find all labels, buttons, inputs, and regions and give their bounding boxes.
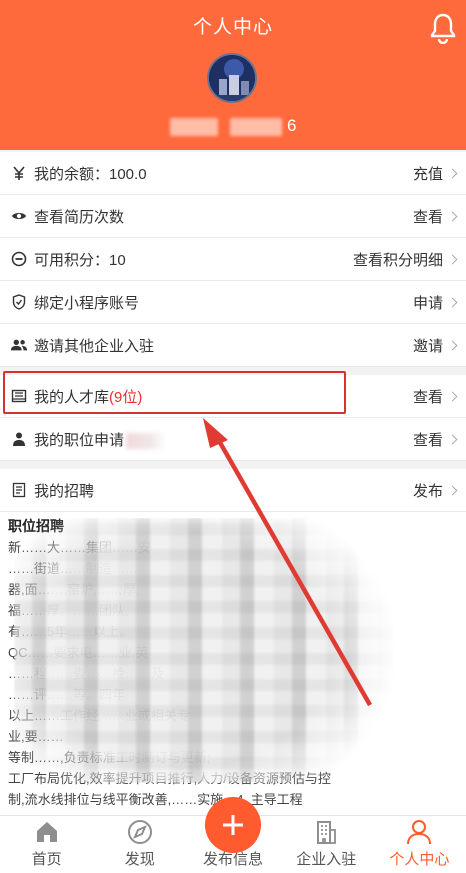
desc-line: 福……厚。……团队, xyxy=(8,603,129,618)
eye-icon xyxy=(10,207,28,225)
recharge-link[interactable]: 充值 xyxy=(413,163,443,184)
chevron-right-icon xyxy=(447,391,458,401)
page-title: 个人中心 xyxy=(192,17,273,38)
desc-line: QC……要求电……业,英 xyxy=(8,645,149,660)
chevron-right-icon xyxy=(447,168,458,178)
tab-enterprise[interactable]: 企业入驻 xyxy=(280,816,373,873)
shield-check-icon xyxy=(10,293,28,311)
redacted-count xyxy=(126,432,167,449)
home-icon xyxy=(36,822,57,842)
view-link[interactable]: 查看 xyxy=(413,386,443,407)
account-menu: 我的余额：100.0 充值 查看简历次数 查看 可用积分：10 查看积分明细 绑… xyxy=(0,152,466,512)
invite-link[interactable]: 邀请 xyxy=(413,335,443,356)
users-icon xyxy=(10,336,28,354)
menu-item-label: 可用积分：10 xyxy=(34,251,126,269)
points-detail-link[interactable]: 查看积分明细 xyxy=(353,249,443,270)
section-divider xyxy=(0,461,466,469)
avatar[interactable] xyxy=(207,53,257,103)
job-title: 职位招聘 xyxy=(8,518,64,534)
desc-line: ……程……查……检……及 xyxy=(8,666,165,681)
tab-profile[interactable]: 个人中心 xyxy=(373,816,466,873)
menu-item-talent-pool[interactable]: 我的人才库(9位) 查看 xyxy=(0,375,466,418)
document-icon xyxy=(10,481,28,499)
building-icon xyxy=(317,821,337,844)
desc-line: 新……大……集团……安 xyxy=(8,540,152,555)
view-link[interactable]: 查看 xyxy=(413,206,443,227)
apply-link[interactable]: 申请 xyxy=(413,292,443,313)
menu-item-bind-miniprogram[interactable]: 绑定小程序账号 申请 xyxy=(0,281,466,324)
menu-item-resume-views[interactable]: 查看简历次数 查看 xyxy=(0,195,466,238)
desc-line: ……评……等。四年 xyxy=(8,687,126,702)
chevron-right-icon xyxy=(447,485,458,495)
minus-circle-icon xyxy=(10,250,28,268)
desc-line: 工厂布局优化,效率提升项目推行,人力/设备资源预估与控 xyxy=(8,771,331,786)
tab-discover[interactable]: 发现 xyxy=(93,816,186,873)
menu-item-balance[interactable]: 我的余额：100.0 充值 xyxy=(0,152,466,195)
redacted-name xyxy=(169,117,218,136)
user-icon xyxy=(407,820,432,845)
chevron-right-icon xyxy=(447,254,458,264)
person-icon xyxy=(10,430,28,448)
compass-icon xyxy=(127,820,152,844)
username-suffix: 6 xyxy=(287,116,297,135)
tab-label: 企业入驻 xyxy=(296,851,357,868)
chevron-right-icon xyxy=(447,434,458,444)
tab-publish[interactable]: 发布信息 xyxy=(186,797,279,873)
section-divider xyxy=(0,367,466,375)
menu-item-label: 我的职位申请 xyxy=(34,429,413,450)
redacted-name xyxy=(230,117,283,136)
desc-line: 业,要…… xyxy=(8,729,64,744)
talent-pool-label: 我的人才库 xyxy=(34,388,110,406)
chevron-right-icon xyxy=(447,340,458,350)
menu-item-invite[interactable]: 邀请其他企业入驻 邀请 xyxy=(0,324,466,367)
talent-count: (9位) xyxy=(109,388,143,406)
bottom-tab-bar: 首页 发现 发布信息 企业入驻 个人中心 xyxy=(0,797,466,873)
plus-icon xyxy=(223,815,243,835)
menu-item-my-recruitment[interactable]: 我的招聘 发布 xyxy=(0,469,466,512)
yen-icon xyxy=(10,164,28,182)
chevron-right-icon xyxy=(447,297,458,307)
menu-item-label: 我的招聘 xyxy=(34,482,95,500)
tab-label: 发现 xyxy=(124,851,155,868)
tab-label: 首页 xyxy=(31,851,62,868)
menu-item-job-applications[interactable]: 我的职位申请 查看 xyxy=(0,418,466,461)
menu-item-label: 绑定小程序账号 xyxy=(34,294,140,312)
chevron-right-icon xyxy=(447,211,458,221)
desc-line: 有……5年……以上。 xyxy=(8,624,133,639)
menu-item-label: 查看简历次数 xyxy=(34,208,125,226)
menu-item-label: 我的人才库(9位) xyxy=(34,386,413,407)
menu-item-points[interactable]: 可用积分：10 查看积分明细 xyxy=(0,238,466,281)
tab-home[interactable]: 首页 xyxy=(0,816,93,873)
book-icon xyxy=(10,387,28,405)
menu-item-label: 我的余额：100.0 xyxy=(34,165,147,183)
view-link[interactable]: 查看 xyxy=(413,429,443,450)
job-description: 新……大……集团……安 ……街道……制造…… 器,面……,窑炉,……厚, 福……… xyxy=(8,537,458,810)
bell-icon[interactable] xyxy=(428,12,458,44)
avatar-image xyxy=(209,55,255,101)
recruitment-post[interactable]: 职位招聘 新……大……集团……安 ……街道……制造…… 器,面……,窑炉,……厚… xyxy=(0,512,466,815)
desc-line: 器,面……,窑炉,……厚, xyxy=(8,582,140,597)
tab-label: 个人中心 xyxy=(389,851,450,868)
desc-line: 等制……,负责标准工时制订与更新; xyxy=(8,750,211,765)
desc-line: 以上……工作经……业或相关专 xyxy=(8,708,191,723)
username: 6 xyxy=(0,116,466,138)
menu-item-label: 邀请其他企业入驻 xyxy=(34,337,155,355)
publish-button[interactable] xyxy=(205,797,261,853)
job-applications-label: 我的职位申请 xyxy=(34,431,125,449)
publish-link[interactable]: 发布 xyxy=(413,480,443,501)
profile-header: 个人中心 6 xyxy=(0,0,466,150)
desc-line: ……街道……制造…… xyxy=(8,561,139,576)
